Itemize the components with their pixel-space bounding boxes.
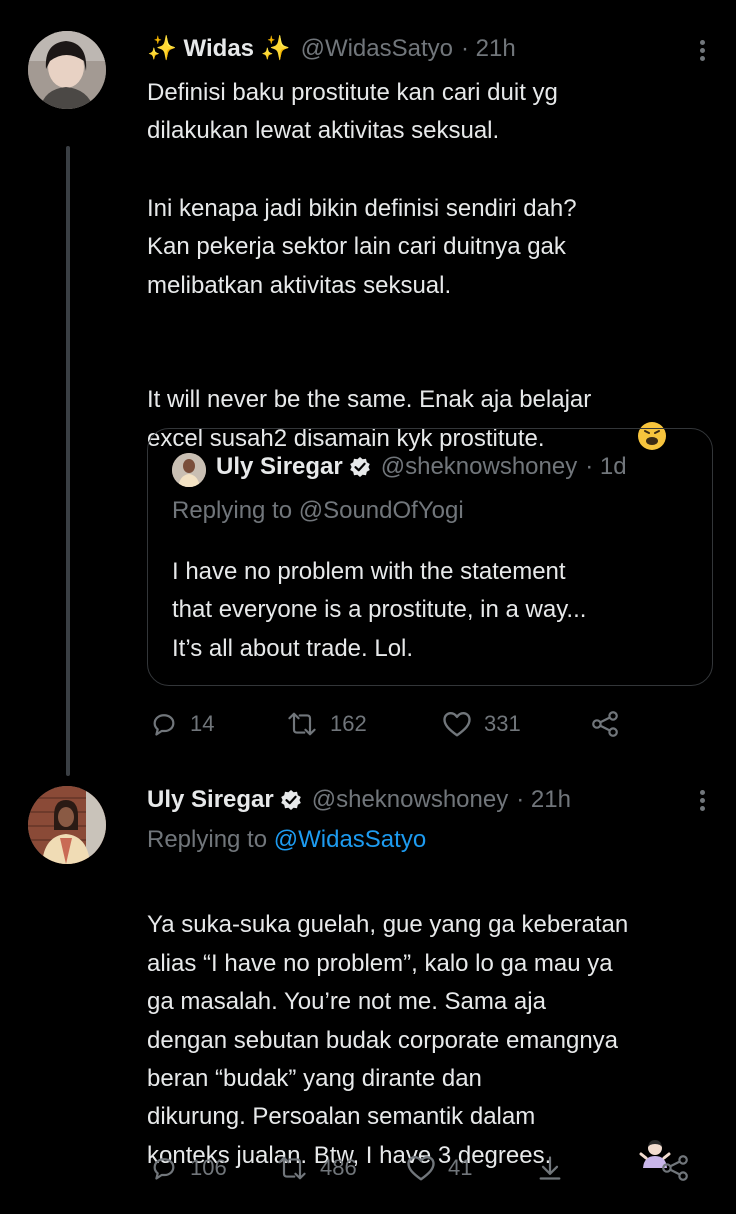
avatar-uly[interactable] [28, 786, 106, 864]
retweet-count: 486 [320, 1155, 357, 1180]
retweet-icon [288, 712, 316, 736]
tweet-header: ✨ Widas ✨ @WidasSatyo · 21h [147, 34, 516, 63]
avatar-widas[interactable] [28, 31, 106, 109]
tweet-actions: 14 162 331 [150, 706, 630, 742]
tweet-text: Definisi baku prostitute kan cari duit y… [147, 79, 558, 145]
tweet-uly[interactable]: Uly Siregar @sheknowshoney · 21h Replyin… [0, 770, 736, 1200]
user-handle[interactable]: @sheknowshoney [312, 786, 508, 814]
thread-line [66, 146, 70, 776]
reply-count: 14 [190, 711, 215, 736]
tweet-actions: 106 486 41 [150, 1150, 710, 1186]
tweet-text: Ini kenapa jadi bikin definisi sendiri d… [147, 195, 577, 299]
replying-to-prefix: Replying to [147, 826, 268, 853]
quote-time: · 1d [585, 453, 627, 480]
more-icon[interactable] [700, 787, 706, 814]
quote-avatar [172, 453, 206, 487]
reply-count: 106 [190, 1155, 227, 1180]
retweet-button[interactable]: 162 [286, 710, 367, 738]
tweet-header: Uly Siregar @sheknowshoney · 21h [147, 786, 571, 814]
retweet-icon [278, 1156, 306, 1180]
download-button[interactable] [536, 1154, 564, 1182]
share-button[interactable] [590, 710, 620, 738]
verified-icon [349, 456, 371, 478]
retweet-count: 162 [330, 711, 367, 736]
display-name[interactable]: Uly Siregar [147, 786, 274, 814]
verified-icon [280, 789, 302, 811]
like-button[interactable]: 41 [406, 1154, 472, 1182]
reply-icon [153, 1158, 175, 1180]
reply-button[interactable]: 14 [150, 710, 214, 738]
quote-text: I have no problem with the statement tha… [172, 558, 587, 662]
tweet-text-content: Ya suka-suka guelah, gue yang ga keberat… [147, 911, 629, 1169]
download-icon [539, 1156, 561, 1180]
retweet-button[interactable]: 486 [276, 1154, 357, 1182]
tweet-time[interactable]: · 21h [516, 786, 571, 814]
like-count: 41 [448, 1155, 473, 1180]
replying-to: Replying to @WidasSatyo [147, 826, 426, 854]
like-count: 331 [484, 711, 521, 736]
display-name[interactable]: ✨ Widas ✨ [147, 34, 291, 63]
quote-handle: @sheknowshoney [380, 453, 578, 480]
like-icon [443, 711, 471, 737]
like-icon [407, 1155, 435, 1181]
share-icon [662, 1155, 688, 1181]
quote-replying-to: Replying to @SoundOfYogi [172, 497, 464, 524]
more-icon[interactable] [700, 37, 706, 64]
replying-to-link[interactable]: @WidasSatyo [274, 826, 426, 853]
share-icon [592, 711, 618, 737]
quote-display-name: Uly Siregar [216, 453, 343, 480]
tweet-widas[interactable]: ✨ Widas ✨ @WidasSatyo · 21h Definisi bak… [0, 0, 736, 776]
reply-icon [153, 714, 175, 736]
tweet-time[interactable]: · 21h [461, 35, 516, 63]
reply-button[interactable]: 106 [150, 1154, 227, 1182]
user-handle[interactable]: @WidasSatyo [301, 35, 453, 63]
like-button[interactable]: 331 [442, 710, 521, 738]
share-button[interactable] [660, 1154, 690, 1182]
quote-header: Uly Siregar @sheknowshoney · 1d [216, 453, 627, 481]
quoted-tweet[interactable]: Uly Siregar @sheknowshoney · 1d Replying… [147, 428, 713, 686]
